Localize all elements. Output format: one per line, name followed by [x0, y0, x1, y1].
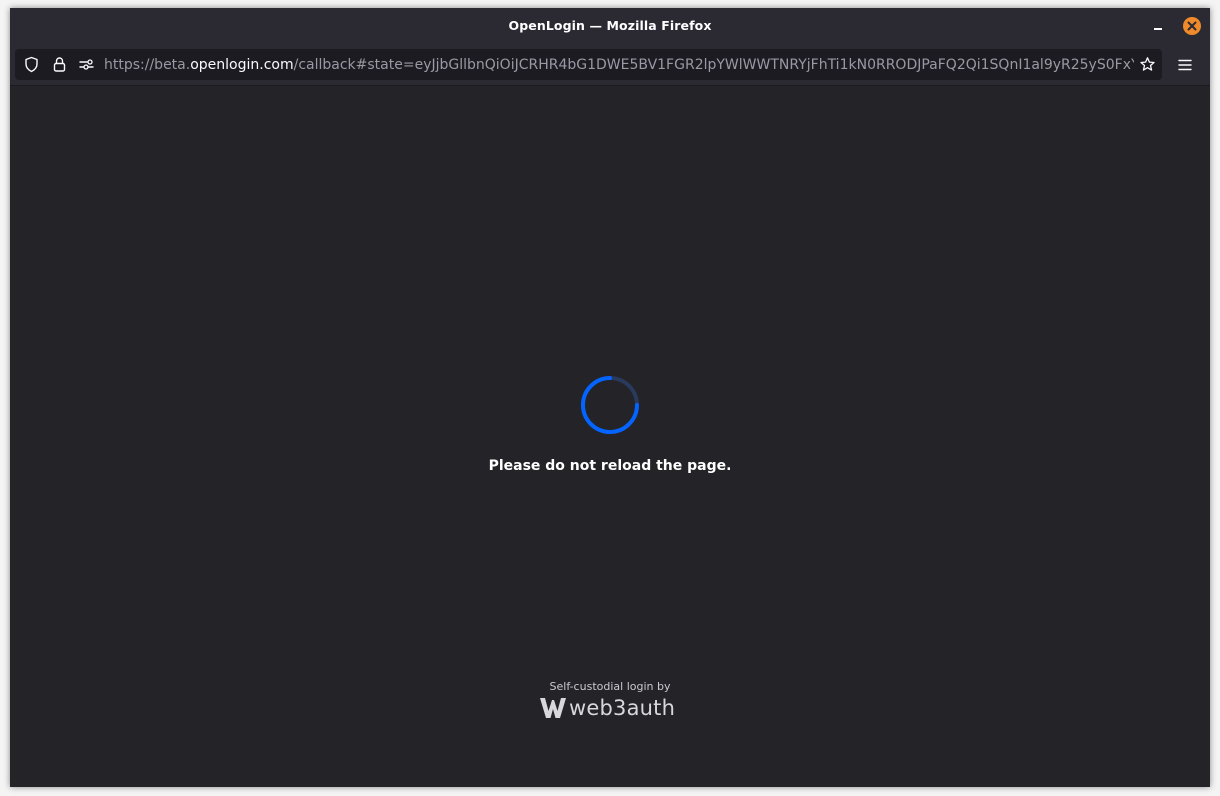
title-bar: OpenLogin — Mozilla Firefox — [10, 8, 1210, 45]
hamburger-icon — [1178, 59, 1192, 71]
sliders-icon[interactable] — [78, 56, 95, 73]
url-text[interactable]: https://beta.openlogin.com/callback#stat… — [104, 56, 1134, 74]
web3auth-brand: web3auth — [539, 695, 689, 721]
star-icon[interactable] — [1139, 56, 1156, 73]
reload-warning-text: Please do not reload the page. — [488, 458, 732, 474]
window-title: OpenLogin — Mozilla Firefox — [508, 18, 712, 33]
web3auth-logo-icon — [540, 698, 566, 718]
url-scheme: https://beta. — [104, 57, 191, 73]
browser-window: OpenLogin — Mozilla Firefox https://beta… — [10, 8, 1210, 787]
shield-icon[interactable] — [23, 56, 40, 73]
url-bar[interactable]: https://beta.openlogin.com/callback#stat… — [15, 49, 1162, 80]
close-button[interactable] — [1183, 17, 1201, 35]
lock-icon[interactable] — [51, 56, 68, 73]
app-menu-button[interactable] — [1176, 56, 1194, 74]
navigation-toolbar: https://beta.openlogin.com/callback#stat… — [10, 45, 1210, 86]
minimize-button[interactable] — [1150, 17, 1168, 35]
url-path: /callback#state=eyJjbGllbnQiOiJCRHR4bG1D… — [293, 57, 1134, 73]
loading-spinner-icon — [581, 376, 639, 434]
close-icon — [1187, 21, 1197, 31]
url-host: openlogin.com — [190, 57, 294, 73]
brand-name: web3auth — [569, 696, 676, 720]
page-content: Please do not reload the page. Self-cust… — [10, 86, 1210, 787]
footer-caption: Self-custodial login by — [549, 680, 671, 693]
